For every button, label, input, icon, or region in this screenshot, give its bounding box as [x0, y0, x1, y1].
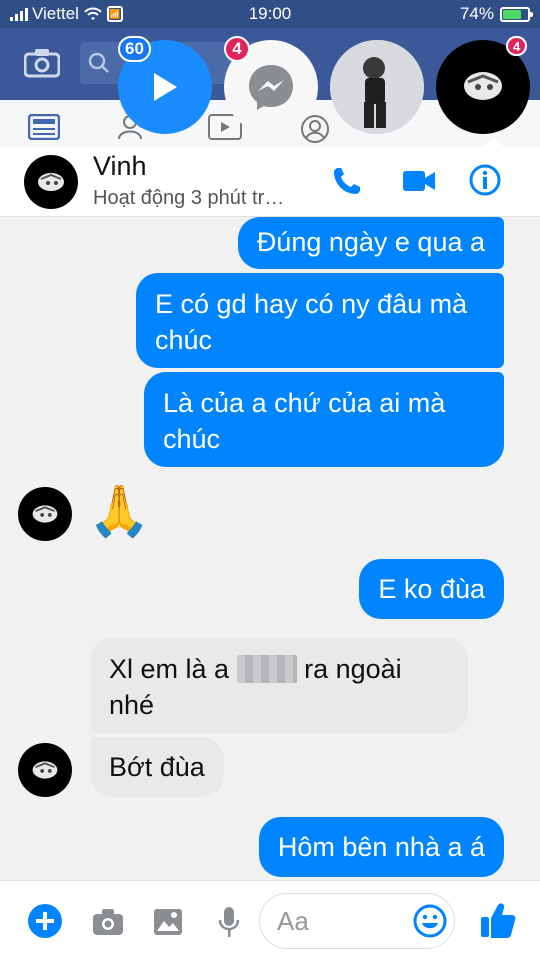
gallery-icon[interactable] — [153, 908, 183, 936]
message-bubble[interactable]: E ko đùa — [359, 559, 504, 619]
messenger-badge: 4 — [224, 36, 250, 62]
message-input-placeholder: Aa — [277, 905, 309, 936]
phone-icon[interactable] — [331, 165, 363, 197]
contact-avatar[interactable] — [24, 155, 78, 209]
header-pointer — [484, 137, 504, 147]
video-badge: 60 — [118, 36, 151, 62]
sketch-avatar-icon — [32, 505, 58, 523]
camera-icon[interactable] — [92, 908, 124, 936]
message-bubble[interactable]: Là của a chứ của ai mà chúc — [144, 372, 504, 467]
message-bubble[interactable]: E có gd hay có ny đâu mà chúc — [136, 273, 504, 368]
sender-avatar[interactable] — [18, 743, 72, 797]
message-text: Hôm bên nhà a á — [277, 832, 485, 862]
corner-badge: 4 — [506, 36, 528, 56]
message-text: Xl em là a — [109, 654, 230, 684]
message-bubble[interactable]: Bớt đùa — [90, 737, 224, 797]
sketch-avatar-icon — [464, 72, 502, 100]
like-icon[interactable] — [480, 901, 516, 939]
microphone-icon[interactable] — [218, 906, 240, 938]
message-list[interactable]: Đúng ngày e qua a E có gd hay có ny đâu … — [0, 217, 540, 880]
status-left: Viettel 📶 — [10, 4, 123, 24]
message-text: E ko đùa — [378, 574, 485, 604]
status-bar: Viettel 📶 19:00 74% — [0, 0, 540, 28]
contact-head-photo — [330, 40, 424, 134]
info-icon[interactable] — [468, 163, 502, 197]
message-bubble[interactable]: Hôm bên nhà a á — [258, 817, 504, 877]
sketch-avatar-icon — [32, 761, 58, 779]
play-icon — [154, 73, 177, 101]
battery-percent: 74% — [459, 4, 494, 23]
plus-icon[interactable] — [27, 903, 63, 939]
active-chat-head[interactable]: 4 — [436, 36, 530, 134]
sender-avatar[interactable] — [18, 487, 72, 541]
message-bubble[interactable]: Xl em là a ra ngoài nhé — [90, 638, 468, 733]
status-right: 74% — [459, 4, 533, 24]
contact-status: Hoạt động 3 phút tr… — [93, 187, 285, 209]
search-icon — [88, 52, 109, 73]
contact-name[interactable]: Vinh — [93, 151, 147, 182]
message-text: Bớt đùa — [109, 752, 205, 782]
messenger-icon — [249, 65, 293, 110]
hotspot-icon: 📶 — [106, 6, 123, 22]
composer-bar: Aa — [0, 880, 540, 960]
message-text: Là của a chứ của ai mà chúc — [163, 388, 446, 454]
wifi-icon — [84, 7, 102, 20]
contact-chat-head[interactable] — [330, 40, 424, 134]
battery-icon — [500, 6, 533, 22]
redacted-block — [236, 654, 297, 683]
message-text: E có gd hay có ny đâu mà chúc — [155, 289, 468, 355]
news-feed-icon[interactable] — [28, 114, 60, 140]
video-chat-head[interactable]: 60 — [118, 36, 212, 134]
video-call-icon[interactable] — [402, 169, 436, 193]
message-bubble[interactable]: Đúng ngày e qua a — [237, 217, 504, 269]
person-photo-icon — [330, 40, 424, 134]
conversation-header: Vinh Hoạt động 3 phút tr… — [0, 137, 540, 217]
sketch-avatar-icon — [38, 173, 64, 191]
camera-icon[interactable] — [24, 48, 60, 78]
emoji-message[interactable]: 🙏 — [88, 481, 150, 541]
emoji-icon[interactable] — [413, 904, 447, 938]
signal-icon — [10, 7, 28, 21]
messenger-chat-head[interactable]: 4 — [224, 36, 318, 134]
carrier-label: Viettel — [32, 4, 79, 23]
message-text: Đúng ngày e qua a — [256, 227, 485, 257]
